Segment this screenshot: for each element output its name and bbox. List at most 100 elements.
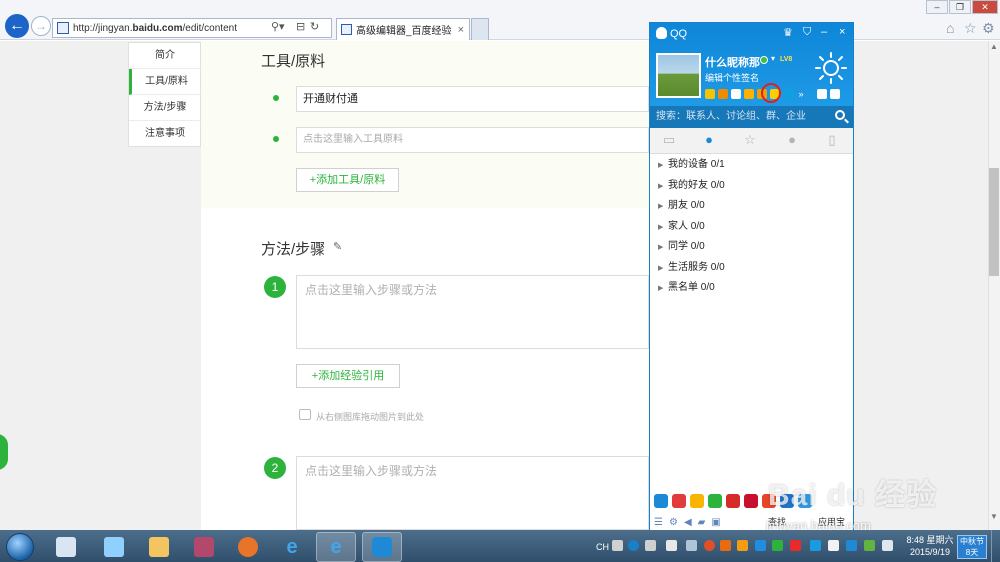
qq-search-icon[interactable] <box>835 110 845 120</box>
tool-item-input-1[interactable]: 开通财付通 <box>296 86 649 112</box>
compat-view-icon[interactable]: ⊟ <box>296 20 305 33</box>
nav-item-tools[interactable]: 工具/原料 <box>129 69 201 95</box>
tray-app-icon[interactable] <box>737 540 748 551</box>
tray-flag-icon[interactable] <box>828 540 839 551</box>
qzone-star-icon[interactable] <box>705 89 715 99</box>
keyboard-icon[interactable] <box>612 540 623 551</box>
page-scrollbar[interactable] <box>988 41 1000 530</box>
tab-close-icon[interactable]: × <box>458 24 464 36</box>
group-life-services[interactable]: ▶ 生活服务 0/0 <box>650 258 853 278</box>
tool-item-input-2[interactable]: 点击这里输入工具原料 <box>296 127 649 153</box>
back-button[interactable]: ← <box>5 14 29 38</box>
favorites-star-icon[interactable]: ☆ <box>964 20 977 37</box>
scrollbar-thumb[interactable] <box>989 168 999 276</box>
new-tab-button[interactable] <box>471 18 489 40</box>
taskbar-app-tool[interactable] <box>184 532 224 562</box>
app-box-icon[interactable]: ▣ <box>711 517 720 528</box>
tab-phone-icon[interactable]: ▯ <box>823 132 841 148</box>
tray-app-icon[interactable] <box>720 540 731 551</box>
app-icon[interactable] <box>672 494 686 508</box>
group-family[interactable]: ▶ 家人 0/0 <box>650 217 853 237</box>
tray-app-icon[interactable] <box>772 540 783 551</box>
file-assistant-icon[interactable]: ▰ <box>698 517 706 528</box>
home-icon[interactable]: ⌂ <box>946 20 954 36</box>
qq-nickname[interactable]: 什么昵称那 <box>705 54 760 70</box>
shopping-cart-icon[interactable] <box>744 89 754 99</box>
volume-icon[interactable] <box>686 540 697 551</box>
group-my-devices[interactable]: ▶ 我的设备 0/1 <box>650 155 853 175</box>
app-icon[interactable] <box>690 494 704 508</box>
step-1-input[interactable]: 点击这里输入步骤或方法 <box>296 275 649 349</box>
more-apps-icon[interactable]: » <box>796 89 806 99</box>
qq-search-input[interactable]: 搜索：联系人、讨论组、群、企业 <box>650 106 853 128</box>
nav-item-steps[interactable]: 方法/步骤 <box>129 95 201 121</box>
tab-messages-icon[interactable]: ▭ <box>660 132 678 148</box>
refresh-icon[interactable]: ↻ <box>310 20 319 33</box>
input-language-indicator[interactable]: CH <box>596 542 609 552</box>
tray-qq-icon[interactable] <box>846 540 857 551</box>
tray-app-icon[interactable] <box>864 540 875 551</box>
tab-favorites-icon[interactable]: ☆ <box>741 132 759 148</box>
nav-item-notes[interactable]: 注意事项 <box>129 121 201 147</box>
scroll-down-icon[interactable]: ▼ <box>989 512 999 522</box>
taskbar-app-ie[interactable]: e <box>272 532 312 562</box>
qq-minimize-icon[interactable]: – <box>821 26 827 38</box>
qq-avatar[interactable] <box>656 53 701 98</box>
scroll-up-icon[interactable]: ▲ <box>989 42 999 52</box>
online-status-icon[interactable] <box>760 56 768 64</box>
help-icon[interactable] <box>628 540 639 551</box>
qq-music-icon[interactable] <box>718 89 728 99</box>
app-icon[interactable] <box>654 494 668 508</box>
window-close-icon[interactable]: ✕ <box>972 0 998 14</box>
settings-gear-icon[interactable]: ⚙ <box>982 20 995 37</box>
qq-close-icon[interactable]: × <box>839 26 845 38</box>
weather-sun-icon[interactable] <box>814 51 848 85</box>
tab-groups-icon[interactable]: ● <box>783 132 801 148</box>
add-reference-button[interactable]: +添加经验引用 <box>296 364 400 388</box>
holiday-countdown[interactable]: 中秋节 8天 <box>957 535 987 559</box>
nav-item-intro[interactable]: 简介 <box>129 43 201 69</box>
qq-browser-icon[interactable] <box>783 89 793 99</box>
address-bar[interactable]: http://jingyan.baidu.com/edit/content <box>52 18 332 38</box>
group-classmates[interactable]: ▶ 同学 0/0 <box>650 237 853 257</box>
qq-signature[interactable]: 编辑个性签名 <box>705 71 759 84</box>
tray-app-icon[interactable] <box>810 540 821 551</box>
app-icon[interactable] <box>708 494 722 508</box>
clock[interactable]: 8:48 星期六 2015/9/19 <box>905 534 955 558</box>
tray-app-icon[interactable] <box>704 540 715 551</box>
add-tool-button[interactable]: +添加工具/原料 <box>296 168 399 192</box>
group-friends[interactable]: ▶ 朋友 0/0 <box>650 196 853 216</box>
window-restore-icon[interactable]: ❐ <box>949 0 971 14</box>
message-box-icon[interactable] <box>830 89 840 99</box>
settings-tray-icon[interactable] <box>645 540 656 551</box>
tray-app-icon[interactable] <box>790 540 801 551</box>
main-menu-icon[interactable]: ☰ <box>654 517 663 528</box>
step-2-input[interactable]: 点击这里输入步骤或方法 <box>296 456 649 530</box>
window-minimize-icon[interactable]: – <box>926 0 948 14</box>
search-icon[interactable]: ⚲▾ <box>271 20 285 33</box>
status-dropdown-icon[interactable]: ▾ <box>771 54 775 63</box>
taskbar-app-qq[interactable] <box>362 532 402 562</box>
forward-button[interactable]: → <box>31 16 51 36</box>
wifi-icon[interactable] <box>666 540 677 551</box>
qq-shirt-icon[interactable] <box>817 89 827 99</box>
group-blacklist[interactable]: ▶ 黑名单 0/0 <box>650 278 853 298</box>
mail-icon[interactable] <box>731 89 741 99</box>
app-icon[interactable] <box>726 494 740 508</box>
taskbar-app-firefox[interactable] <box>228 532 268 562</box>
tab-contacts-icon[interactable]: ● <box>700 132 718 148</box>
jd-icon[interactable] <box>744 494 758 508</box>
start-button[interactable] <box>6 533 34 561</box>
browser-tab-active[interactable]: 高级编辑器_百度经验 × <box>336 18 470 40</box>
taskbar-app-explorer[interactable] <box>139 532 179 562</box>
battery-icon[interactable] <box>882 540 893 551</box>
qq-skin-icon[interactable]: ♛ <box>783 26 793 39</box>
show-desktop-button[interactable] <box>991 530 1000 562</box>
system-settings-icon[interactable]: ⚙ <box>669 517 678 528</box>
edit-pencil-icon[interactable]: ✎ <box>333 240 342 253</box>
taskbar-app-ie-active[interactable]: e <box>316 532 356 562</box>
qq-shield-icon[interactable]: ⛉ <box>803 26 811 39</box>
taskbar-app-desktop[interactable] <box>46 532 86 562</box>
sound-icon[interactable]: ◀ <box>684 517 692 528</box>
qq-level-badge[interactable]: LV8 <box>780 56 792 63</box>
